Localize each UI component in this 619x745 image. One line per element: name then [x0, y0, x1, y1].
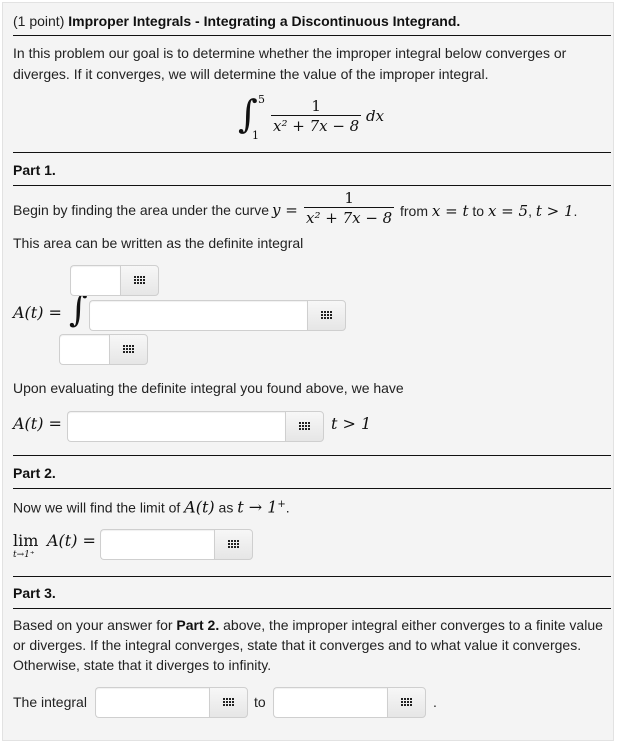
comma: , — [528, 203, 532, 219]
converge-value-input[interactable] — [273, 687, 387, 718]
curve-fraction: 1 x² + 7x − 8 — [304, 189, 395, 228]
problem-header: (1 point) Improper Integrals - Integrati… — [13, 11, 460, 31]
as-text: as — [218, 499, 234, 516]
palette-grid-icon — [299, 422, 310, 431]
equation-palette-button[interactable] — [285, 411, 324, 442]
problem-panel: (1 point) Improper Integrals - Integrati… — [2, 2, 614, 741]
lower-limit: 1 — [252, 129, 259, 142]
part2-sentence: Now we will find the limit of A(t) as t … — [13, 495, 290, 518]
divider — [13, 152, 611, 153]
from-text: from — [400, 203, 428, 219]
palette-grid-icon — [223, 698, 234, 707]
lower-limit-group — [59, 334, 148, 365]
upper-limit-input[interactable] — [70, 265, 120, 296]
integral-label: The integral — [13, 694, 87, 710]
at-label: A(t) = — [13, 414, 62, 433]
t-condition: t > 1 — [331, 414, 372, 433]
denominator: x² + 7x − 8 — [273, 117, 360, 135]
part3-heading: Part 3. — [13, 585, 56, 601]
palette-grid-icon — [134, 276, 145, 285]
text: Based on your answer for — [13, 617, 173, 633]
points-label: (1 point) — [13, 13, 65, 29]
divider — [13, 185, 611, 186]
denominator: x² + 7x − 8 — [306, 209, 393, 227]
numerator: 1 — [344, 189, 354, 207]
problem-title: Improper Integrals - Integrating a Disco… — [68, 13, 461, 29]
divider — [13, 35, 611, 36]
palette-grid-icon — [321, 311, 332, 320]
palette-grid-icon — [228, 540, 239, 549]
main-integral: ∫ 5 1 1 x² + 7x − 8 dx — [238, 91, 398, 143]
part2-heading: Part 2. — [13, 465, 56, 481]
at-expr: A(t) — [184, 497, 215, 517]
lim-subscript: t→1⁺ — [13, 550, 35, 560]
part3-line-2: or diverges. If the integral converges, … — [13, 637, 582, 653]
palette-grid-icon — [123, 345, 134, 354]
part1-heading: Part 1. — [13, 162, 56, 178]
eval-text: Upon evaluating the definite integral yo… — [13, 380, 404, 396]
value-group — [273, 687, 426, 718]
to-text: to — [472, 203, 485, 219]
to-text: to — [254, 694, 266, 710]
numerator: 1 — [311, 97, 321, 115]
palette-grid-icon — [401, 698, 412, 707]
x-equals-t: x = t — [431, 202, 469, 220]
part1-sentence: Begin by finding the area under the curv… — [13, 200, 269, 220]
at-label: A(t) = — [13, 303, 62, 322]
limit-expr: t → 1 — [237, 497, 278, 517]
equation-palette-button[interactable] — [209, 687, 248, 718]
period: . — [285, 499, 290, 516]
plus-superscript: + — [277, 499, 286, 510]
y-equals: y = — [272, 201, 298, 219]
limit-group — [100, 529, 253, 560]
equation-palette-button[interactable] — [120, 265, 159, 296]
differential: dx — [366, 107, 385, 125]
integrand-group — [89, 300, 346, 331]
limit-input[interactable] — [100, 529, 214, 560]
intro-line-1: In this problem our goal is to determine… — [13, 45, 567, 61]
part1-line2: This area can be written as the definite… — [13, 235, 304, 251]
upper-limit-group — [70, 265, 159, 296]
upper-limit: 5 — [258, 93, 265, 106]
equation-palette-button[interactable] — [307, 300, 346, 331]
part3-line-1: Based on your answer for Part 2. above, … — [13, 615, 603, 635]
part2-reference: Part 2. — [176, 617, 220, 633]
equation-palette-button[interactable] — [214, 529, 253, 560]
equation-palette-button[interactable] — [109, 334, 148, 365]
equation-palette-button[interactable] — [387, 687, 426, 718]
result-group — [67, 411, 324, 442]
divider — [13, 608, 611, 609]
period: . — [573, 203, 578, 219]
x-equals-5: x = 5 — [487, 202, 529, 220]
divider — [13, 455, 611, 456]
converge-diverge-input[interactable] — [95, 687, 209, 718]
integrand-fraction: 1 x² + 7x − 8 — [271, 97, 362, 136]
bounds-text: from x = t to x = 5, t > 1. — [400, 201, 577, 221]
result-input[interactable] — [67, 411, 285, 442]
integrand-input[interactable] — [89, 300, 307, 331]
lower-limit-input[interactable] — [59, 334, 109, 365]
lim-rhs: A(t) = — [47, 531, 96, 550]
divider — [13, 488, 611, 489]
text: above, the improper integral either conv… — [223, 617, 603, 633]
part3-line-3: Otherwise, state that it diverges to inf… — [13, 657, 272, 673]
lim-label: lim — [13, 531, 39, 550]
t-condition: t > 1 — [535, 202, 574, 220]
verb-group — [95, 687, 248, 718]
sentence-text: Begin by finding the area under the curv… — [13, 202, 270, 218]
sentence-text: Now we will find the limit of — [13, 499, 181, 516]
intro-line-2: diverges. If it converges, we will deter… — [13, 66, 489, 82]
period: . — [433, 694, 437, 710]
divider — [13, 576, 611, 577]
